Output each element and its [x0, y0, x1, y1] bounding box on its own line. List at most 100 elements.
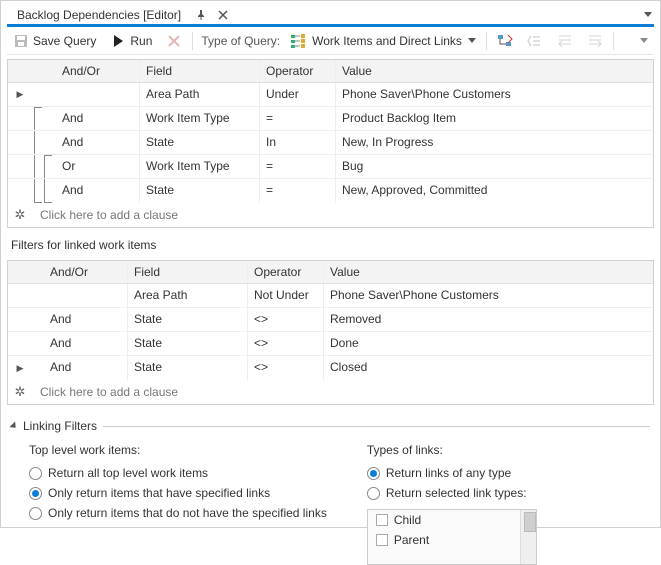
add-clause-row[interactable]: Click here to add a clause	[32, 208, 653, 222]
radio-icon	[367, 467, 380, 480]
clause-grid-top: And/Or Field Operator Value ▶Area PathUn…	[7, 59, 654, 228]
field-header[interactable]: Field	[140, 60, 260, 82]
field-cell[interactable]: Work Item Type	[140, 107, 260, 130]
save-icon	[13, 33, 29, 49]
clause-row[interactable]: AndState=New, Approved, Committed	[8, 179, 653, 203]
value-cell[interactable]: Product Backlog Item	[336, 107, 653, 130]
value-cell[interactable]: Phone Saver\Phone Customers	[336, 83, 653, 106]
clause-row[interactable]: Area PathNot UnderPhone Saver\Phone Cust…	[8, 284, 653, 308]
separator	[613, 32, 614, 50]
operator-header[interactable]: Operator	[260, 60, 336, 82]
clause-row[interactable]: OrWork Item Type=Bug	[8, 155, 653, 179]
value-cell[interactable]: Removed	[324, 308, 653, 331]
field-cell[interactable]: State	[128, 308, 248, 331]
value-cell[interactable]: Phone Saver\Phone Customers	[324, 284, 653, 307]
operator-cell[interactable]: =	[260, 155, 336, 178]
clause-row[interactable]: AndState<>Done	[8, 332, 653, 356]
separator	[192, 32, 193, 50]
andor-cell[interactable]: And	[56, 179, 140, 203]
clause-row[interactable]: ▶ AndState<>Closed	[8, 356, 653, 380]
top-level-option[interactable]: Return all top level work items	[29, 463, 327, 483]
link-type-label: Child	[394, 513, 421, 527]
scrollbar[interactable]	[520, 510, 536, 564]
chevron-down-icon	[468, 38, 476, 43]
andor-cell[interactable]: And	[56, 107, 140, 130]
operator-cell[interactable]: <>	[248, 356, 324, 380]
andor-cell[interactable]: And	[56, 131, 140, 154]
field-cell[interactable]: Area Path	[140, 83, 260, 106]
top-level-column: Top level work items: Return all top lev…	[29, 443, 327, 565]
value-cell[interactable]: Bug	[336, 155, 653, 178]
toolbar-overflow-icon[interactable]	[640, 38, 648, 43]
run-button[interactable]: Run	[106, 31, 156, 51]
andor-header[interactable]: And/Or	[56, 60, 140, 82]
indent-cell	[32, 83, 56, 106]
save-query-button[interactable]: Save Query	[9, 31, 100, 51]
andor-header[interactable]: And/Or	[44, 261, 128, 283]
andor-cell[interactable]: And	[44, 308, 128, 331]
operator-cell[interactable]: =	[260, 179, 336, 203]
field-cell[interactable]: Area Path	[128, 284, 248, 307]
collapse-icon[interactable]	[9, 421, 18, 430]
field-cell[interactable]: State	[140, 131, 260, 154]
link-type-item: Child	[368, 510, 536, 530]
row-marker: ▶	[8, 356, 32, 380]
top-level-option[interactable]: Only return items that have specified li…	[29, 483, 327, 503]
andor-cell[interactable]	[44, 284, 128, 307]
radio-label: Only return items that have specified li…	[48, 486, 270, 500]
indent-cell	[32, 107, 56, 130]
andor-cell[interactable]: And	[44, 356, 128, 380]
radio-label: Return all top level work items	[48, 466, 208, 480]
value-header[interactable]: Value	[324, 261, 653, 283]
radio-icon	[367, 487, 380, 500]
close-icon[interactable]	[215, 7, 231, 23]
value-cell[interactable]: New, Approved, Committed	[336, 179, 653, 203]
row-marker	[8, 308, 32, 331]
tree-toggle-button[interactable]	[493, 31, 517, 51]
clause-row[interactable]: AndStateInNew, In Progress	[8, 131, 653, 155]
pin-icon[interactable]	[193, 7, 209, 23]
indent-cell	[32, 179, 56, 203]
link-type-option[interactable]: Return links of any type	[367, 463, 644, 483]
operator-header[interactable]: Operator	[248, 261, 324, 283]
andor-cell[interactable]: Or	[56, 155, 140, 178]
row-marker	[8, 332, 32, 355]
value-header[interactable]: Value	[336, 60, 653, 82]
clause-row[interactable]: ▶Area PathUnderPhone Saver\Phone Custome…	[8, 83, 653, 107]
ungroup-button[interactable]	[523, 31, 547, 51]
row-marker	[8, 155, 32, 178]
operator-cell[interactable]: Not Under	[248, 284, 324, 307]
top-level-option[interactable]: Only return items that do not have the s…	[29, 503, 327, 523]
delete-button[interactable]	[162, 31, 186, 51]
row-marker	[8, 131, 32, 154]
new-row-marker: ✲	[8, 203, 32, 227]
operator-cell[interactable]: <>	[248, 308, 324, 331]
field-cell[interactable]: Work Item Type	[140, 155, 260, 178]
indent-button[interactable]	[583, 31, 607, 51]
andor-cell[interactable]	[56, 83, 140, 106]
value-cell[interactable]: New, In Progress	[336, 131, 653, 154]
outdent-button[interactable]	[553, 31, 577, 51]
row-marker	[8, 179, 32, 203]
checkbox-icon	[376, 534, 388, 546]
query-type-combo[interactable]: Work Items and Direct Links	[286, 31, 480, 51]
field-cell[interactable]: State	[128, 332, 248, 355]
link-type-option[interactable]: Return selected link types:	[367, 483, 644, 503]
operator-cell[interactable]: Under	[260, 83, 336, 106]
value-cell[interactable]: Done	[324, 332, 653, 355]
row-marker	[8, 107, 32, 130]
tab-menu-icon[interactable]	[644, 12, 652, 17]
field-header[interactable]: Field	[128, 261, 248, 283]
value-cell[interactable]: Closed	[324, 356, 653, 380]
indent-icon	[587, 33, 603, 49]
radio-icon	[29, 507, 42, 520]
operator-cell[interactable]: =	[260, 107, 336, 130]
clause-row[interactable]: AndState<>Removed	[8, 308, 653, 332]
clause-row[interactable]: AndWork Item Type=Product Backlog Item	[8, 107, 653, 131]
andor-cell[interactable]: And	[44, 332, 128, 355]
operator-cell[interactable]: <>	[248, 332, 324, 355]
field-cell[interactable]: State	[128, 356, 248, 380]
operator-cell[interactable]: In	[260, 131, 336, 154]
add-clause-row[interactable]: Click here to add a clause	[32, 385, 653, 399]
field-cell[interactable]: State	[140, 179, 260, 203]
